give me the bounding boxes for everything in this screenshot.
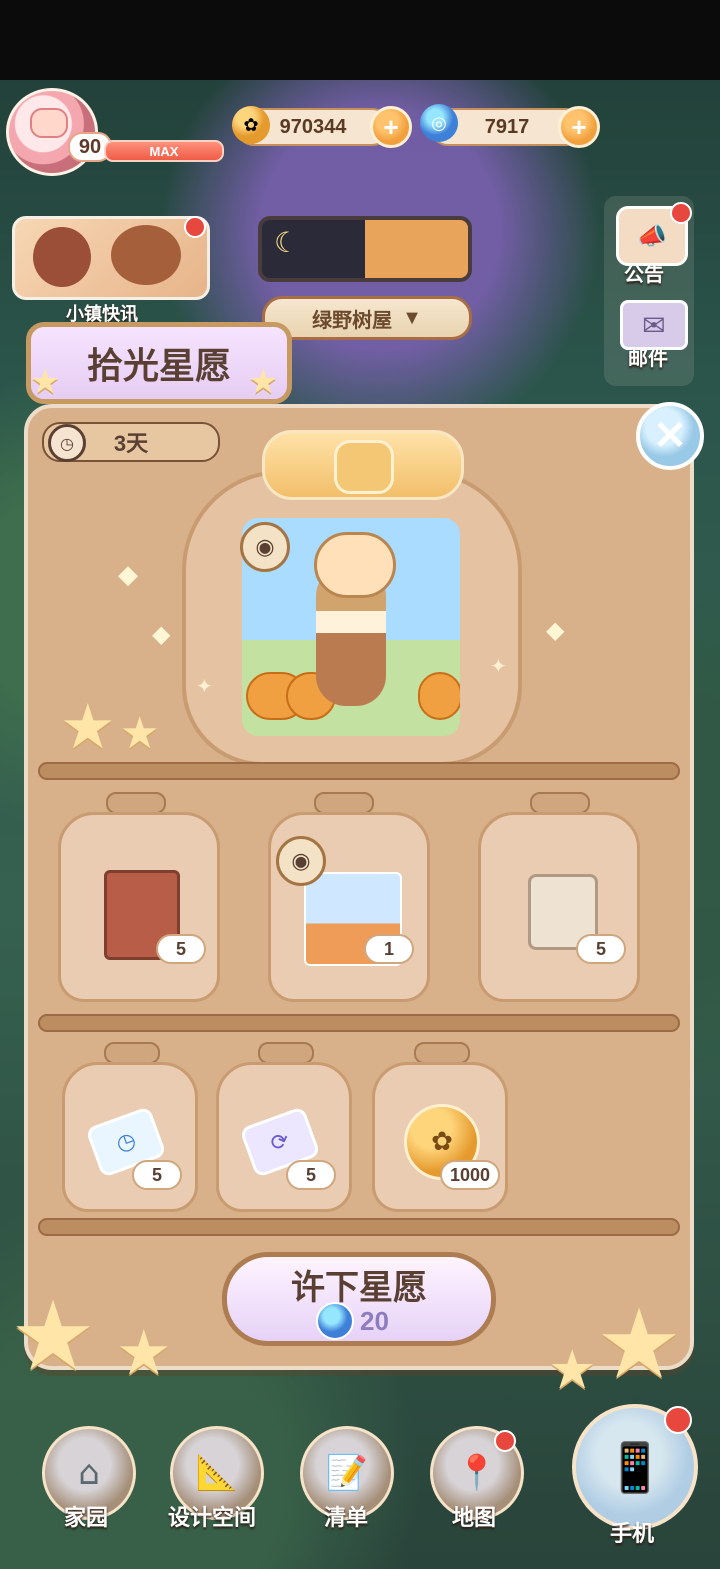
pumpkin xyxy=(418,672,460,720)
reward-count-value: 5 xyxy=(151,1164,162,1185)
character-head xyxy=(314,532,396,598)
announcement-label: 公告 xyxy=(624,264,664,286)
reward-count-value: 1000 xyxy=(450,1164,491,1185)
chevron-down-icon: ▼ xyxy=(402,306,422,329)
star-decoration: ★ xyxy=(30,362,61,402)
shelf xyxy=(38,1218,680,1236)
map-pin-icon: 📍 xyxy=(455,1453,499,1493)
reward-count-value: 5 xyxy=(175,938,186,959)
avatar-face xyxy=(30,108,68,138)
reward-count: 1000 xyxy=(440,1160,501,1190)
preview-eye-icon[interactable]: ◉ xyxy=(276,836,326,886)
gem-icon xyxy=(316,1302,354,1340)
shelf xyxy=(38,762,680,780)
close-button[interactable]: ✕ xyxy=(636,402,704,470)
wish-cost: 20 xyxy=(316,1302,389,1340)
checklist-label: 清单 xyxy=(324,1505,369,1530)
star-decoration: ★ xyxy=(248,362,279,402)
map-label: 地图 xyxy=(452,1505,497,1530)
jar-lid xyxy=(314,792,374,814)
timer-value: 3天 xyxy=(113,431,149,456)
jar-lid xyxy=(106,792,166,814)
jar-lid xyxy=(530,792,590,814)
shelf xyxy=(38,1014,680,1032)
reward-count: 5 xyxy=(132,1160,182,1190)
town-news-card[interactable] xyxy=(12,216,210,300)
clock-icon: ◷ xyxy=(48,424,86,462)
location-selector[interactable]: 绿野树屋 ▼ xyxy=(262,296,472,340)
star-decoration: ★ xyxy=(596,1288,683,1400)
jar-lid xyxy=(414,1042,470,1064)
phone-notification-dot xyxy=(664,1406,692,1434)
phone-label: 手机 xyxy=(610,1521,655,1546)
gem-icon: ◎ xyxy=(420,104,458,142)
diamond-ornament: ◆ xyxy=(118,560,138,590)
turkey-illustration xyxy=(33,227,91,287)
star-decoration: ★ xyxy=(548,1338,597,1401)
star-decoration: ★ xyxy=(60,690,116,763)
phone-icon: 📱 xyxy=(605,1439,665,1496)
star-decoration: ★ xyxy=(120,708,160,759)
add-coins-label: + xyxy=(383,111,399,142)
announcement-notification-dot xyxy=(670,202,692,224)
moon-icon: ☾ xyxy=(274,226,300,259)
add-gems-label: + xyxy=(571,111,587,142)
jar-bow-knot xyxy=(334,440,394,494)
jar-lid xyxy=(104,1042,160,1064)
gem-amount: 7917 xyxy=(484,115,530,138)
panel-title: 拾光星愿 xyxy=(86,345,231,386)
pie-illustration xyxy=(111,225,181,285)
coin-icon: ✿ xyxy=(232,106,270,144)
diamond-ornament: ◆ xyxy=(546,616,565,644)
map-notification-dot xyxy=(494,1430,516,1452)
location-name: 绿野树屋 xyxy=(312,309,393,332)
jar-lid xyxy=(258,1042,314,1064)
reward-count: 1 xyxy=(364,934,414,964)
news-notification-dot xyxy=(184,216,206,238)
coin-amount: 970344 xyxy=(279,115,347,138)
diamond-ornament: ◆ xyxy=(152,620,171,648)
star-decoration: ★ xyxy=(116,1316,172,1389)
level-progress-bar: MAX xyxy=(104,140,224,162)
home-label: 家园 xyxy=(64,1505,109,1530)
reward-count-value: 1 xyxy=(383,938,394,959)
reward-count: 5 xyxy=(286,1160,336,1190)
reward-count: 5 xyxy=(156,934,206,964)
star-decoration: ★ xyxy=(10,1280,97,1392)
reward-count-value: 5 xyxy=(305,1164,316,1185)
add-gems-button[interactable]: + xyxy=(558,106,600,148)
checklist-icon: 📝 xyxy=(325,1453,369,1493)
reward-count: 5 xyxy=(576,934,626,964)
ruler-icon: 📐 xyxy=(195,1453,239,1493)
preview-eye-icon[interactable]: ◉ xyxy=(240,522,290,572)
mail-label: 邮件 xyxy=(628,348,668,370)
reward-count-value: 5 xyxy=(595,938,606,959)
close-icon: ✕ xyxy=(653,414,687,458)
house-icon: ⌂ xyxy=(78,1453,100,1493)
player-level: 90 xyxy=(78,135,102,158)
level-max-label: MAX xyxy=(149,143,179,159)
add-coins-button[interactable]: + xyxy=(370,106,412,148)
design-space-label: 设计空间 xyxy=(168,1505,257,1530)
wish-cost-value: 20 xyxy=(360,1305,389,1336)
